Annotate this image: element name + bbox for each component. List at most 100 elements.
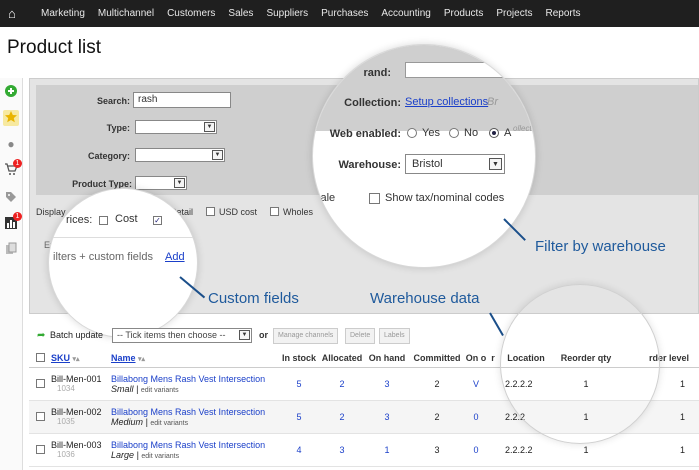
row-select-cell <box>29 433 51 467</box>
add-icon[interactable] <box>3 84 19 100</box>
home-icon[interactable]: ⌂ <box>8 6 28 21</box>
edit-variants-link[interactable]: edit variants <box>141 453 179 460</box>
row-checkbox[interactable] <box>35 379 45 388</box>
divider <box>49 237 197 238</box>
allocated-value[interactable]: 3 <box>319 433 365 467</box>
sidebar: ● 1 1 <box>0 78 23 470</box>
on-order-value[interactable]: 0 <box>465 433 487 467</box>
nav-item-purchases[interactable]: Purchases <box>321 8 368 19</box>
on-hand-value[interactable]: 1 <box>365 433 409 467</box>
in-stock-header: In stock <box>279 349 319 368</box>
labels-button[interactable]: Labels <box>379 328 410 344</box>
sort-icon: ▾▴ <box>72 355 80 363</box>
wholesale-checkbox[interactable] <box>270 207 279 216</box>
on-order-value[interactable]: V <box>465 367 487 401</box>
committed-value: 3 <box>409 433 465 467</box>
nav-item-multichannel[interactable]: Multichannel <box>98 8 154 19</box>
warehouse-value: Bristol <box>412 158 443 170</box>
on-hand-value[interactable]: 3 <box>365 400 409 434</box>
variant-name: Large <box>111 449 135 460</box>
location-header: Location <box>499 349 553 368</box>
category-label: Category: <box>87 151 130 161</box>
cost-checkbox[interactable] <box>99 216 108 225</box>
nav-item-reports[interactable]: Reports <box>545 8 580 19</box>
nav-item-products[interactable]: Products <box>444 8 483 19</box>
documents-icon[interactable] <box>3 242 19 258</box>
reorder-qty-value: 1 <box>553 367 619 401</box>
setup-collections-link[interactable]: Setup collections <box>405 96 488 108</box>
reorder-qty-value: 1 <box>553 433 619 467</box>
on-order-value[interactable]: 0 <box>465 400 487 434</box>
web-enabled-yes-radio[interactable] <box>407 128 417 138</box>
brand-input[interactable] <box>405 62 505 78</box>
page-title: Product list <box>7 37 101 58</box>
nav-item-customers[interactable]: Customers <box>167 8 215 19</box>
category-select[interactable]: ▼ <box>135 148 225 162</box>
users-icon[interactable]: ● <box>3 136 19 152</box>
product-name-link[interactable]: Billabong Mens Rash Vest Intersection <box>111 374 279 384</box>
on-hand-value[interactable]: 3 <box>365 367 409 401</box>
usd-cost-checkbox[interactable] <box>206 207 215 216</box>
tag-icon[interactable] <box>3 190 19 206</box>
row-checkbox[interactable] <box>35 412 45 421</box>
add-custom-field-link[interactable]: Add <box>165 251 185 263</box>
in-stock-value[interactable]: 5 <box>279 367 319 401</box>
search-input[interactable]: rash <box>133 92 231 108</box>
table-header-row: SKU ▾▴ Name ▾▴ In stock Allocated On han… <box>29 349 699 368</box>
in-stock-value[interactable]: 5 <box>279 400 319 434</box>
manage-channels-button[interactable]: Manage channels <box>273 328 339 344</box>
nav-item-suppliers[interactable]: Suppliers <box>266 8 308 19</box>
display-label: Display <box>36 207 66 217</box>
product-type-select[interactable]: ▼ <box>135 176 187 190</box>
on-order-header: On o <box>465 349 487 368</box>
sku-cell: Bill-Men-002 1035 <box>51 400 111 434</box>
in-stock-value[interactable]: 4 <box>279 433 319 467</box>
type-select[interactable]: ▼ <box>135 120 217 134</box>
name-cell: Billabong Mens Rash Vest Intersection Med… <box>111 400 279 434</box>
web-enabled-label: Web enabled: <box>329 128 401 140</box>
sale-text: sale <box>315 192 336 204</box>
web-enabled-all-radio[interactable] <box>489 128 499 138</box>
show-tax-checkbox[interactable] <box>369 193 380 204</box>
retail-checkbox-zoom[interactable]: ✓ <box>153 216 162 225</box>
edit-variants-link[interactable]: edit variants <box>141 387 179 394</box>
reorder-level-header: rder level <box>619 349 699 368</box>
no-label: No <box>464 127 479 139</box>
table-row: Bill-Men-002 1035 Billabong Mens Rash Ves… <box>29 400 699 434</box>
edit-variants-link[interactable]: edit variants <box>150 420 188 427</box>
nav-item-accounting[interactable]: Accounting <box>381 8 430 19</box>
r-cell <box>487 433 499 467</box>
r-header: r <box>487 349 499 368</box>
row-checkbox[interactable] <box>35 445 45 454</box>
allocated-value[interactable]: 2 <box>319 400 365 434</box>
collections-text: ollections <box>513 124 535 133</box>
reorder-qty-value: 1 <box>553 400 619 434</box>
batch-action-select[interactable]: -- Tick items then choose -- ▼ <box>112 328 252 343</box>
sku-header[interactable]: SKU ▾▴ <box>51 349 111 368</box>
show-tax-label: Show tax/nominal codes <box>385 192 505 204</box>
batch-toolbar: ➦ Batch update -- Tick items then choose… <box>29 327 699 347</box>
allocated-value[interactable]: 2 <box>319 367 365 401</box>
sku-sort-link[interactable]: SKU <box>51 353 70 363</box>
custom-fields-callout: Custom fields <box>208 290 299 307</box>
warehouse-data-callout: Warehouse data <box>370 290 480 307</box>
custom-fields-magnifier: rices: Cost ✓ ilters + custom fields Add <box>48 188 198 338</box>
product-name-link[interactable]: Billabong Mens Rash Vest Intersection <box>111 407 279 417</box>
star-icon[interactable] <box>3 110 19 126</box>
delete-button[interactable]: Delete <box>345 328 376 344</box>
committed-value: 2 <box>409 367 465 401</box>
web-enabled-no-radio[interactable] <box>449 128 459 138</box>
product-name-link[interactable]: Billabong Mens Rash Vest Intersection <box>111 440 279 450</box>
name-sort-link[interactable]: Name <box>111 353 136 363</box>
nav-item-projects[interactable]: Projects <box>496 8 532 19</box>
product-code: 1036 <box>57 450 75 459</box>
select-all-checkbox[interactable] <box>35 353 45 363</box>
nav-item-marketing[interactable]: Marketing <box>41 8 85 19</box>
chevron-down-icon: ▼ <box>204 122 215 132</box>
batch-update-label: Batch update <box>50 330 104 340</box>
nav-item-sales[interactable]: Sales <box>228 8 253 19</box>
name-header[interactable]: Name ▾▴ <box>111 349 279 368</box>
warehouse-filter-magnifier: rand: Collection: Setup collections Br W… <box>312 44 536 268</box>
variant-value: Medium | edit variants <box>111 416 189 427</box>
warehouse-select[interactable]: Bristol ▼ <box>405 154 505 174</box>
